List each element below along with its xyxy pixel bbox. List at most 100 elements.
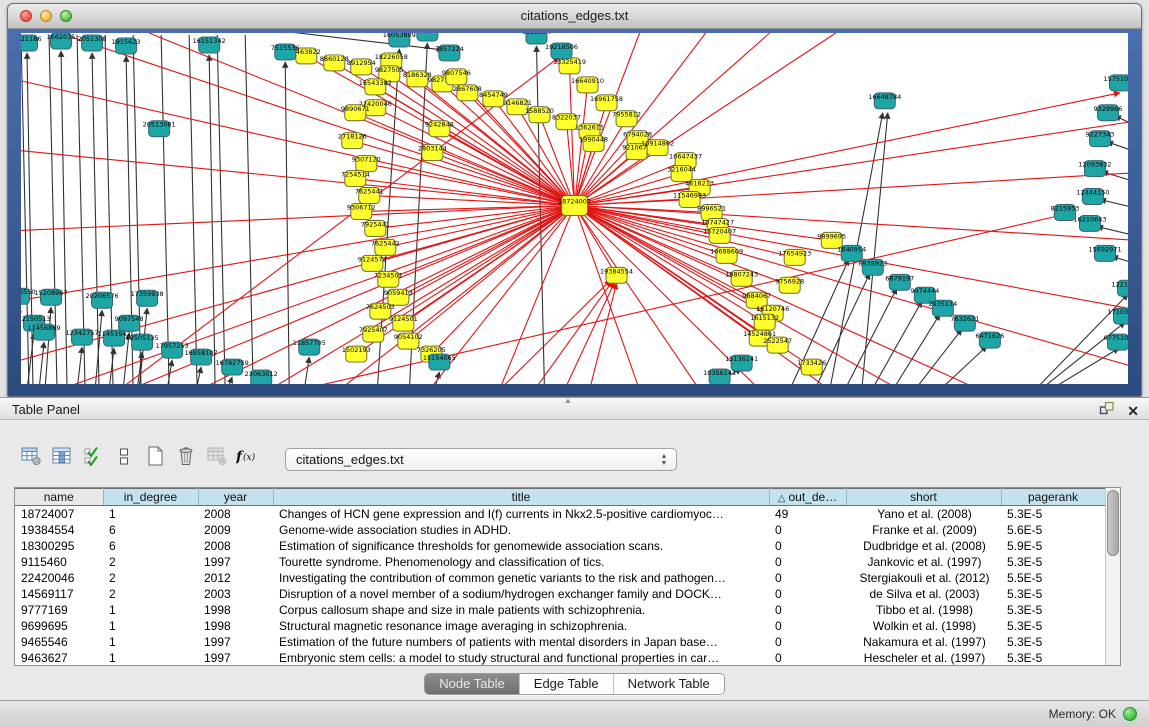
memory-status-indicator[interactable] bbox=[1123, 707, 1137, 721]
cell-name[interactable]: 9777169 bbox=[15, 602, 103, 618]
cell-year[interactable]: 2012 bbox=[198, 570, 273, 586]
cell-pagerank[interactable]: 5.3E-5 bbox=[1001, 506, 1105, 522]
cell-in_degree[interactable]: 1 bbox=[103, 618, 198, 634]
table-row[interactable]: 1456911722003Disruption of a novel membe… bbox=[15, 586, 1105, 602]
cell-name[interactable]: 19384554 bbox=[15, 522, 103, 538]
cell-in_degree[interactable]: 1 bbox=[103, 506, 198, 522]
cell-in_degree[interactable]: 2 bbox=[103, 586, 198, 602]
cell-out_degree[interactable]: 0 bbox=[769, 586, 846, 602]
cell-title[interactable]: Tourette syndrome. Phenomenology and cla… bbox=[273, 554, 769, 570]
cell-short[interactable]: de Silva et al. (2003) bbox=[846, 586, 1001, 602]
cell-out_degree[interactable]: 0 bbox=[769, 522, 846, 538]
table-row[interactable]: 1830029562008Estimation of significance … bbox=[15, 538, 1105, 554]
cell-in_degree[interactable]: 1 bbox=[103, 650, 198, 666]
network-canvas[interactable]: 1872400774638228860128891295418226058982… bbox=[21, 33, 1128, 384]
table-row[interactable]: 1872400712008Changes of HCN gene express… bbox=[15, 506, 1105, 522]
column-header-pagerank[interactable]: pagerank bbox=[1001, 489, 1105, 506]
cell-pagerank[interactable]: 5.3E-5 bbox=[1001, 586, 1105, 602]
column-header-short[interactable]: short bbox=[846, 489, 1001, 506]
panel-resize-grip[interactable]: ▲ bbox=[564, 398, 572, 404]
cell-out_degree[interactable]: 0 bbox=[769, 554, 846, 570]
cell-year[interactable]: 1997 bbox=[198, 554, 273, 570]
table-row[interactable]: 969969511998Structural magnetic resonanc… bbox=[15, 618, 1105, 634]
table-row[interactable]: 977716911998Corpus callosum shape and si… bbox=[15, 602, 1105, 618]
cell-in_degree[interactable]: 2 bbox=[103, 554, 198, 570]
delete-table-icon[interactable] bbox=[204, 444, 230, 468]
tab-edge-table[interactable]: Edge Table bbox=[520, 674, 614, 694]
cell-year[interactable]: 1997 bbox=[198, 650, 273, 666]
cell-out_degree[interactable]: 0 bbox=[769, 602, 846, 618]
cell-name[interactable]: 14569117 bbox=[15, 586, 103, 602]
cell-year[interactable]: 2003 bbox=[198, 586, 273, 602]
show-columns-icon[interactable] bbox=[49, 444, 75, 468]
float-panel-icon[interactable] bbox=[1099, 401, 1115, 420]
cell-short[interactable]: Franke et al. (2009) bbox=[846, 522, 1001, 538]
cell-out_degree[interactable]: 0 bbox=[769, 650, 846, 666]
cell-title[interactable]: Changes of HCN gene expression and I(f) … bbox=[273, 506, 769, 522]
graph-node[interactable] bbox=[417, 33, 438, 41]
cell-title[interactable]: Genome-wide association studies in ADHD. bbox=[273, 522, 769, 538]
cell-out_degree[interactable]: 0 bbox=[769, 634, 846, 650]
table-row[interactable]: 1938455462009Genome-wide association stu… bbox=[15, 522, 1105, 538]
cell-name[interactable]: 18724007 bbox=[15, 506, 103, 522]
cell-name[interactable]: 9465546 bbox=[15, 634, 103, 650]
cell-year[interactable]: 2008 bbox=[198, 538, 273, 554]
delete-columns-icon[interactable] bbox=[173, 444, 199, 468]
column-header-name[interactable]: name bbox=[15, 489, 103, 506]
tab-node-table[interactable]: Node Table bbox=[425, 674, 520, 694]
cell-title[interactable]: Embryonic stem cells: a model to study s… bbox=[273, 650, 769, 666]
cell-short[interactable]: Yano et al. (2008) bbox=[846, 506, 1001, 522]
cell-pagerank[interactable]: 5.3E-5 bbox=[1001, 554, 1105, 570]
table-selector-dropdown[interactable]: citations_edges.txt ▲▼ bbox=[285, 448, 677, 471]
cell-title[interactable]: Investigating the contribution of common… bbox=[273, 570, 769, 586]
cell-pagerank[interactable]: 5.3E-5 bbox=[1001, 602, 1105, 618]
table-header-row[interactable]: namein_degreeyeartitle△out_de…shortpager… bbox=[15, 489, 1105, 506]
cell-pagerank[interactable]: 5.9E-5 bbox=[1001, 538, 1105, 554]
cell-out_degree[interactable]: 0 bbox=[769, 570, 846, 586]
cell-short[interactable]: Hescheler et al. (1997) bbox=[846, 650, 1001, 666]
cell-title[interactable]: Corpus callosum shape and size in male p… bbox=[273, 602, 769, 618]
table-scrollbar-thumb[interactable] bbox=[1107, 490, 1119, 556]
cell-out_degree[interactable]: 0 bbox=[769, 538, 846, 554]
cell-pagerank[interactable]: 5.3E-5 bbox=[1001, 650, 1105, 666]
column-header-year[interactable]: year bbox=[198, 489, 273, 506]
cell-short[interactable]: Jankovic et al. (1997) bbox=[846, 554, 1001, 570]
cell-short[interactable]: Tibbo et al. (1998) bbox=[846, 602, 1001, 618]
cell-pagerank[interactable]: 5.6E-5 bbox=[1001, 522, 1105, 538]
column-header-in_degree[interactable]: in_degree bbox=[103, 489, 198, 506]
network-window-titlebar[interactable]: citations_edges.txt bbox=[8, 4, 1141, 29]
cell-in_degree[interactable]: 6 bbox=[103, 522, 198, 538]
table-row[interactable]: 946554611997Estimation of the future num… bbox=[15, 634, 1105, 650]
close-panel-icon[interactable]: ✕ bbox=[1127, 403, 1139, 419]
cell-in_degree[interactable]: 1 bbox=[103, 602, 198, 618]
cell-name[interactable]: 18300295 bbox=[15, 538, 103, 554]
cell-in_degree[interactable]: 2 bbox=[103, 570, 198, 586]
cell-in_degree[interactable]: 1 bbox=[103, 634, 198, 650]
cell-name[interactable]: 22420046 bbox=[15, 570, 103, 586]
cell-out_degree[interactable]: 0 bbox=[769, 618, 846, 634]
cell-name[interactable]: 9699695 bbox=[15, 618, 103, 634]
new-column-icon[interactable] bbox=[142, 444, 168, 468]
select-all-icon[interactable] bbox=[80, 444, 106, 468]
function-builder-icon[interactable]: f(x) bbox=[235, 444, 261, 468]
cell-title[interactable]: Structural magnetic resonance image aver… bbox=[273, 618, 769, 634]
cell-year[interactable]: 2008 bbox=[198, 506, 273, 522]
cell-year[interactable]: 1998 bbox=[198, 618, 273, 634]
table-scrollbar[interactable] bbox=[1105, 488, 1120, 665]
table-row[interactable]: 2242004622012Investigating the contribut… bbox=[15, 570, 1105, 586]
cell-year[interactable]: 2009 bbox=[198, 522, 273, 538]
cell-short[interactable]: Stergiakouli et al. (2012) bbox=[846, 570, 1001, 586]
clear-selection-icon[interactable] bbox=[111, 444, 137, 468]
cell-out_degree[interactable]: 49 bbox=[769, 506, 846, 522]
table-row[interactable]: 946362711997Embryonic stem cells: a mode… bbox=[15, 650, 1105, 666]
tab-network-table[interactable]: Network Table bbox=[614, 674, 724, 694]
cell-pagerank[interactable]: 5.5E-5 bbox=[1001, 570, 1105, 586]
cell-short[interactable]: Dudbridge et al. (2008) bbox=[846, 538, 1001, 554]
cell-pagerank[interactable]: 5.3E-5 bbox=[1001, 618, 1105, 634]
cell-name[interactable]: 9463627 bbox=[15, 650, 103, 666]
cell-short[interactable]: Nakamura et al. (1997) bbox=[846, 634, 1001, 650]
cell-short[interactable]: Wolkin et al. (1998) bbox=[846, 618, 1001, 634]
cell-year[interactable]: 1997 bbox=[198, 634, 273, 650]
column-header-out_degree[interactable]: △out_de… bbox=[769, 489, 846, 506]
cell-title[interactable]: Estimation of the future numbers of pati… bbox=[273, 634, 769, 650]
